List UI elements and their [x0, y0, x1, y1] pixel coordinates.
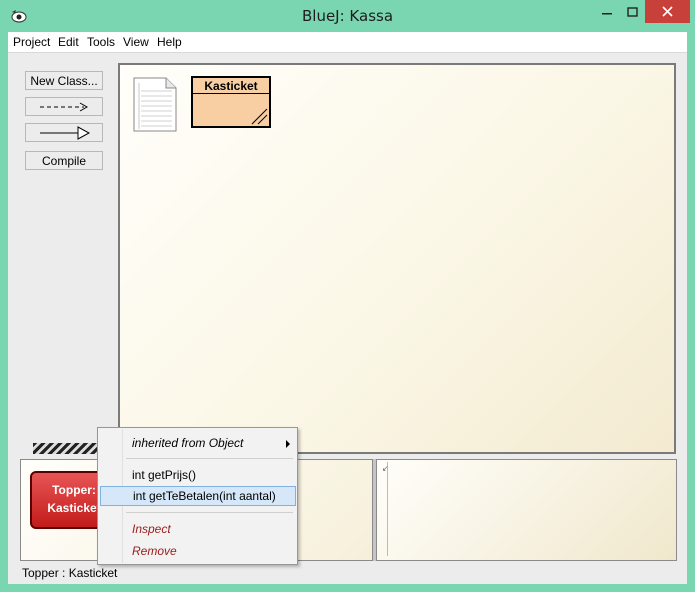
menu-item-label: Inspect	[132, 522, 171, 536]
title-bar[interactable]: BlueJ: Kassa	[0, 0, 695, 32]
menu-item-label: int getTeBetalen(int aantal)	[133, 489, 276, 503]
class-kasticket[interactable]: Kasticket	[191, 76, 271, 128]
submenu-arrow-icon	[286, 440, 290, 448]
uses-arrow-button[interactable]	[25, 97, 103, 116]
menu-item-remove[interactable]: Remove	[99, 541, 296, 561]
menu-item-inherited[interactable]: inherited from Object	[99, 433, 296, 453]
menu-bar: Project Edit Tools View Help	[8, 32, 687, 53]
menu-edit[interactable]: Edit	[58, 35, 79, 49]
menu-item-label: int getPrijs()	[132, 468, 197, 482]
menu-project[interactable]: Project	[13, 35, 50, 49]
status-bar: Topper : Kasticket	[22, 566, 118, 580]
readme-note-icon[interactable]	[132, 77, 178, 133]
close-icon	[662, 6, 673, 17]
maximize-icon	[627, 7, 638, 17]
inheritance-arrow-icon	[40, 126, 91, 140]
compile-button[interactable]: Compile	[25, 151, 103, 170]
menu-separator	[126, 458, 293, 459]
menu-item-label: inherited from Object	[132, 436, 244, 450]
context-menu: inherited from Object int getPrijs() int…	[97, 427, 298, 565]
menu-view[interactable]: View	[123, 35, 149, 49]
dashed-arrow-icon	[40, 102, 89, 112]
new-class-button[interactable]: New Class...	[25, 71, 103, 90]
workbench-indicator	[33, 443, 103, 454]
menu-separator	[126, 512, 293, 513]
inherits-arrow-button[interactable]	[25, 123, 103, 142]
codepad[interactable]: ↙	[376, 459, 677, 561]
app-window: BlueJ: Kassa Project Edit Tools View Hel…	[0, 0, 695, 592]
codepad-marker-icon: ↙	[382, 464, 389, 473]
class-name: Kasticket	[193, 79, 269, 94]
menu-item-get-prijs[interactable]: int getPrijs()	[99, 465, 296, 485]
menu-item-inspect[interactable]: Inspect	[99, 519, 296, 539]
codepad-gutter	[387, 462, 389, 556]
menu-item-label: Remove	[132, 544, 177, 558]
menu-tools[interactable]: Tools	[87, 35, 115, 49]
class-diagram-canvas[interactable]: Kasticket	[118, 63, 676, 454]
menu-item-get-te-betalen[interactable]: int getTeBetalen(int aantal)	[100, 486, 296, 506]
close-button[interactable]	[645, 0, 690, 23]
menu-help[interactable]: Help	[157, 35, 182, 49]
resize-hatch-icon	[251, 108, 268, 125]
